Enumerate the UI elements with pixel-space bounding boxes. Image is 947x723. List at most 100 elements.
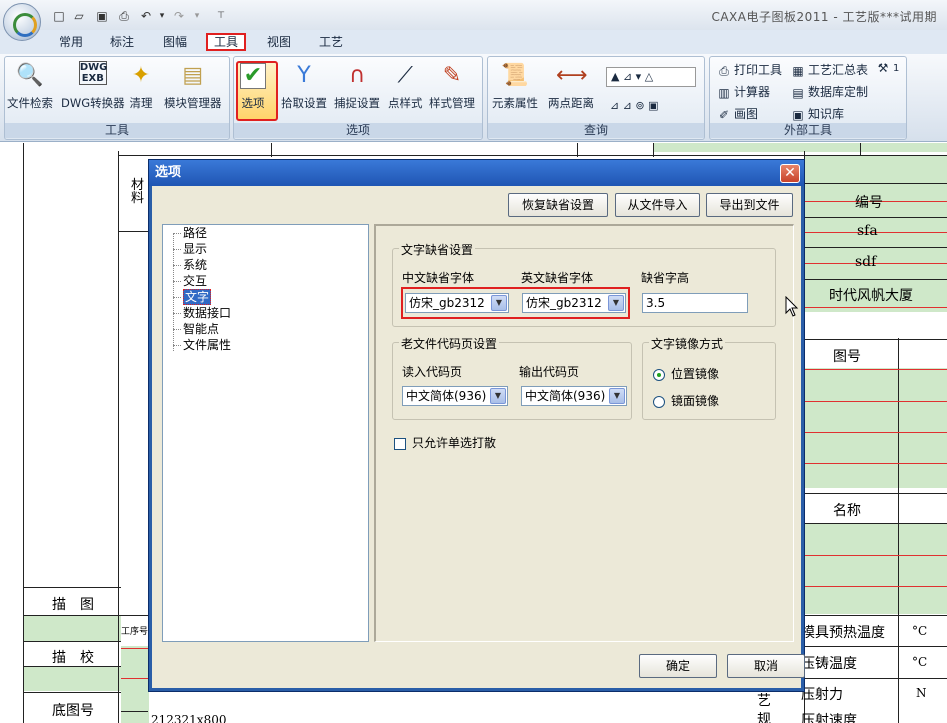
calculator-icon: ▥ [718, 85, 730, 100]
knowledge-base-button[interactable]: ▣ 知识库 [790, 105, 844, 122]
two-point-distance-button[interactable]: ⟷ 两点距离 [548, 61, 594, 111]
chevron-down-icon: ▼ [609, 388, 625, 404]
tree-item-system[interactable]: 系统 [172, 258, 207, 273]
read-code-page-select[interactable]: 中文简体(936) ▼ [402, 386, 508, 406]
single-select-explode-checkbox[interactable]: 只允许单选打散 [394, 434, 496, 451]
magnet-icon: ∩ [348, 63, 366, 88]
tree-item-file-properties[interactable]: 文件属性 [172, 338, 231, 353]
redo-icon[interactable]: ↷ [170, 8, 188, 24]
default-height-input[interactable]: 3.5 [642, 293, 748, 313]
measure-tools-top[interactable]: ▲ ⊿ ▾ △ [606, 67, 696, 87]
tab-tools[interactable]: 工具 [206, 33, 247, 51]
process-number-label: 工序号 [121, 627, 149, 637]
database-custom-button[interactable]: ▤ 数据库定制 [790, 83, 868, 100]
dwg-converter-icon: DWG EXB [78, 61, 108, 85]
restore-defaults-button[interactable]: 恢复缺省设置 [508, 193, 608, 217]
material-label: 材料 [131, 178, 145, 206]
tree-item-interaction[interactable]: 交互 [172, 274, 207, 289]
style-manager-icon: ✎ [442, 63, 462, 88]
tree-item-text[interactable]: 文字 [172, 289, 212, 305]
text-settings-panel: 文字缺省设置 中文缺省字体 英文缺省字体 缺省字高 仿宋_gb2312 ▼ 仿宋_… [374, 224, 794, 642]
paint-button[interactable]: ✐ 画图 [716, 105, 758, 122]
file-search-button[interactable]: 🔍 文件检索 [7, 61, 53, 111]
app-menu-logo[interactable] [3, 3, 41, 41]
mirror-mode-group: 文字镜像方式 位置镜像 镜面镜像 [642, 335, 776, 420]
chevron-down-icon: ▼ [490, 388, 506, 404]
module-manager-icon: ▤ [182, 63, 204, 88]
style-manager-button[interactable]: ✎ 样式管理 [429, 61, 475, 111]
group-options-label: 选项 [234, 123, 482, 138]
radio-unselected-icon [653, 395, 665, 408]
position-mirror-radio[interactable]: 位置镜像 [653, 365, 719, 382]
new-file-icon[interactable]: □ [50, 8, 68, 24]
text-defaults-group: 文字缺省设置 中文缺省字体 英文缺省字体 缺省字高 仿宋_gb2312 ▼ 仿宋_… [392, 241, 776, 327]
print-tool-button[interactable]: ⎙ 打印工具 [716, 61, 782, 78]
craft-label: 艺 [757, 693, 771, 709]
export-to-file-button[interactable]: 导出到文件 [706, 193, 793, 217]
die-preheat-label: 模具预热温度 [801, 625, 885, 641]
cancel-button[interactable]: 取消 [727, 654, 805, 678]
measure-tools-bottom[interactable]: ⊿ ⊿ ⊚ ▣ [606, 97, 696, 117]
base-drawing-label: 底图号 [52, 703, 94, 719]
name-label: 名称 [833, 503, 861, 519]
save-icon[interactable]: ▣ [93, 8, 111, 24]
trace-check-label: 描 校 [52, 650, 94, 666]
print-icon[interactable]: ⎙ [115, 8, 133, 24]
pick-icon: Y [297, 63, 311, 88]
pick-settings-button[interactable]: Y 拾取设置 [281, 61, 327, 111]
knowledge-icon: ▣ [792, 107, 804, 122]
app-title: CAXA电子图板2011 - 工艺版***试用期 [711, 10, 937, 24]
tree-item-smart-point[interactable]: 智能点 [172, 322, 219, 337]
undo-dropdown-icon[interactable]: ▾ [153, 8, 171, 24]
tree-item-path[interactable]: 路径 [172, 226, 207, 241]
tab-sheet[interactable]: 图幅 [157, 33, 193, 51]
module-manager-button[interactable]: ▤ 模块管理器 [164, 61, 222, 111]
read-code-page-label: 读入代码页 [402, 365, 463, 379]
tab-view[interactable]: 视图 [261, 33, 297, 51]
tree-item-data-interface[interactable]: 数据接口 [172, 306, 231, 321]
tree-item-display[interactable]: 显示 [172, 242, 207, 257]
ok-button[interactable]: 确定 [639, 654, 717, 678]
surface-mirror-radio[interactable]: 镜面镜像 [653, 392, 719, 409]
snap-settings-button[interactable]: ∩ 捕捉设置 [334, 61, 380, 111]
open-file-icon[interactable]: ▱ [70, 8, 88, 24]
chevron-down-icon: ▼ [491, 295, 507, 311]
close-icon[interactable]: ✕ [780, 164, 800, 183]
code-page-group: 老文件代码页设置 读入代码页 输出代码页 中文简体(936) ▼ 中文简体(936… [392, 335, 632, 420]
output-code-page-label: 输出代码页 [519, 365, 580, 379]
cell-sfa: sfa [857, 223, 878, 239]
import-from-file-button[interactable]: 从文件导入 [615, 193, 700, 217]
options-dialog: 选项 ✕ 恢复缺省设置 从文件导入 导出到文件 路径 显示 系统 交互 文字 数… [148, 159, 805, 692]
trace-label: 描 图 [52, 597, 94, 613]
tab-craft[interactable]: 工艺 [313, 33, 349, 51]
group-external-tools: ⎙ 打印工具 ▦ 工艺汇总表 ⚒ 1 ▥ 计算器 ▤ 数据库定制 ✐ 画图 ▣ 知识库 外部工… [709, 56, 907, 140]
drawing-number-label: 图号 [833, 349, 861, 365]
summary-table-icon: ▦ [792, 63, 804, 78]
unit-celsius-2: °C [912, 655, 928, 669]
en-font-select[interactable]: 仿宋_gb2312 ▼ [522, 293, 626, 313]
injection-force-label: 压射力 [801, 687, 843, 703]
cn-font-select[interactable]: 仿宋_gb2312 ▼ [405, 293, 509, 313]
element-properties-button[interactable]: 📜 元素属性 [492, 61, 538, 111]
options-button[interactable]: ✔ 选项 [240, 61, 266, 111]
default-height-label: 缺省字高 [641, 271, 690, 285]
group-query: 📜 元素属性 ⟷ 两点距离 ▲ ⊿ ▾ △ ⊿ ⊿ ⊚ ▣ 查询 [487, 56, 705, 140]
hammer-button[interactable]: ⚒ 1 [875, 61, 900, 75]
output-code-page-select[interactable]: 中文简体(936) ▼ [521, 386, 627, 406]
distance-icon: ⟷ [556, 63, 588, 88]
tab-annotate[interactable]: 标注 [104, 33, 140, 51]
checkbox-icon [394, 437, 406, 450]
cell-building: 时代风帆大厦 [829, 288, 913, 304]
dwg-converter-button[interactable]: DWG EXB DWG转换器 [61, 61, 125, 111]
customize-toolbar-icon[interactable]: ⊤ [212, 8, 230, 24]
unit-celsius-1: °C [912, 624, 928, 638]
point-style-icon: ⟋ [397, 63, 413, 88]
casting-temp-label: 压铸温度 [801, 656, 857, 672]
tab-common[interactable]: 常用 [53, 33, 89, 51]
point-style-button[interactable]: ⟋ 点样式 [388, 61, 423, 111]
calculator-button[interactable]: ▥ 计算器 [716, 83, 770, 100]
clean-button[interactable]: ✦ 清理 [126, 61, 156, 111]
craft-summary-button[interactable]: ▦ 工艺汇总表 [790, 61, 868, 78]
redo-dropdown-icon[interactable]: ▾ [188, 8, 206, 24]
mirror-mode-legend: 文字镜像方式 [649, 335, 726, 352]
